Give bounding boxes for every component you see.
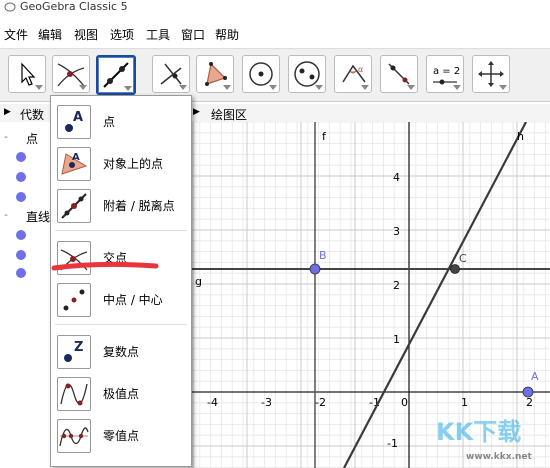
tool-complex-number[interactable]: Z 复数点 — [51, 332, 191, 370]
x-tick-label: -3 — [261, 396, 272, 409]
label-a: A — [531, 370, 539, 383]
point-c[interactable] — [450, 264, 460, 274]
slider-value: a = 2 — [433, 66, 460, 77]
point-visibility-toggle[interactable] — [16, 192, 26, 202]
x-tick-label: 1 — [461, 396, 468, 409]
watermark-url: www.kkx.net — [466, 452, 532, 462]
extremum-icon — [57, 377, 91, 411]
point-visibility-toggle[interactable] — [16, 172, 26, 182]
y-tick-label: 1 — [393, 333, 400, 346]
menu-bar: 文件 编辑 视图 选项 工具 窗口 帮助 — [0, 22, 550, 44]
polygon-tool-button[interactable] — [196, 55, 234, 93]
svg-text:A: A — [72, 152, 80, 163]
point-a[interactable] — [522, 386, 534, 398]
point-on-object-icon: A — [57, 147, 91, 181]
graphics-view-title: 绘图区 — [211, 108, 248, 122]
label-b: B — [319, 249, 327, 262]
point-icon: A — [57, 105, 91, 139]
x-tick-label: 0 — [401, 396, 408, 409]
algebra-group-points: 点 — [26, 132, 39, 146]
line-tool-button[interactable] — [96, 55, 136, 95]
label-h: h — [517, 130, 524, 143]
menu-file[interactable]: 文件 — [4, 26, 28, 43]
svg-text:A: A — [73, 110, 83, 125]
tool-point[interactable]: A 点 — [51, 102, 191, 140]
geogebra-logo-icon — [4, 2, 16, 12]
point-tools-dropdown: A 点 A 对象上的点 附着 / 脱离点 交点 中点 / 中心 Z 复数点 极值… — [50, 95, 192, 467]
highlight-stroke — [51, 261, 159, 271]
algebra-group-lines: 直线 — [26, 210, 51, 224]
menu-help[interactable]: 帮助 — [215, 26, 239, 43]
line-visibility-toggle[interactable] — [16, 250, 26, 260]
line-visibility-toggle[interactable] — [16, 268, 26, 278]
x-tick-label: -2 — [315, 396, 326, 409]
point-visibility-toggle[interactable] — [16, 152, 26, 162]
tool-midpoint[interactable]: 中点 / 中心 — [51, 280, 191, 318]
y-tick-label: 2 — [393, 279, 400, 292]
menu-separator — [55, 230, 187, 231]
reflect-tool-button[interactable] — [380, 55, 418, 93]
circle-tool-button[interactable] — [242, 55, 280, 93]
menu-edit[interactable]: 编辑 — [38, 26, 62, 43]
move-tool-button[interactable] — [8, 55, 46, 93]
label-g: g — [195, 275, 202, 288]
menu-window[interactable]: 窗口 — [181, 26, 205, 43]
watermark-logo: KK下载 — [436, 418, 522, 446]
attach-detach-point-icon — [57, 189, 91, 223]
x-tick-label: -4 — [207, 396, 218, 409]
tool-label: 零值点 — [103, 429, 140, 443]
menu-separator — [55, 324, 187, 325]
line-visibility-toggle[interactable] — [16, 230, 26, 240]
svg-text:Z: Z — [74, 340, 83, 355]
menu-tools[interactable]: 工具 — [146, 26, 170, 43]
tool-label: 中点 / 中心 — [103, 293, 163, 307]
collapse-arrow-icon[interactable]: ▶ — [4, 107, 11, 117]
title-bar: GeoGebra Classic 5 — [0, 0, 550, 16]
move-view-tool-button[interactable] — [472, 55, 510, 93]
complex-number-icon: Z — [57, 335, 91, 369]
algebra-view-title: 代数 — [20, 108, 45, 122]
tool-point-on-object[interactable]: A 对象上的点 — [51, 144, 191, 182]
y-tick-label: 4 — [393, 171, 400, 184]
y-tick-labels: 4 3 2 1 -1 — [387, 171, 400, 450]
menu-view[interactable]: 视图 — [74, 26, 98, 43]
x-tick-label: 2 — [526, 396, 533, 409]
y-tick-label: 3 — [393, 225, 400, 238]
tool-roots[interactable]: 零值点 — [51, 416, 191, 454]
conic-tool-button[interactable] — [288, 55, 326, 93]
tool-label: 极值点 — [103, 387, 140, 401]
tool-extremum[interactable]: 极值点 — [51, 374, 191, 412]
point-b[interactable] — [309, 263, 321, 275]
tool-attach-detach-point[interactable]: 附着 / 脱离点 — [51, 186, 191, 224]
label-f: f — [322, 130, 327, 143]
y-tick-label: -1 — [387, 437, 398, 450]
collapse-arrow-icon[interactable]: ▶ — [193, 107, 200, 117]
tool-label: 附着 / 脱离点 — [103, 199, 175, 213]
intersect-tool-button[interactable] — [52, 55, 90, 93]
angle-tool-button[interactable]: α — [334, 55, 372, 93]
roots-icon — [57, 419, 91, 453]
slider-tool-button[interactable]: a = 2 — [426, 55, 464, 93]
tree-toggle-icon[interactable]: - — [4, 208, 8, 221]
tool-label: 对象上的点 — [103, 157, 164, 171]
menu-options[interactable]: 选项 — [110, 26, 134, 43]
tool-label: 复数点 — [103, 345, 140, 359]
perpendicular-tool-button[interactable] — [152, 55, 190, 93]
toolbar: α a = 2 — [0, 48, 550, 102]
label-c: C — [459, 252, 467, 265]
svg-text:α: α — [358, 65, 363, 74]
graphics-view-header: ▶ 绘图区 — [189, 104, 550, 123]
tool-label: 点 — [103, 115, 116, 129]
window-title: GeoGebra Classic 5 — [20, 0, 128, 13]
midpoint-icon — [57, 283, 91, 317]
tree-toggle-icon[interactable]: - — [4, 130, 8, 143]
